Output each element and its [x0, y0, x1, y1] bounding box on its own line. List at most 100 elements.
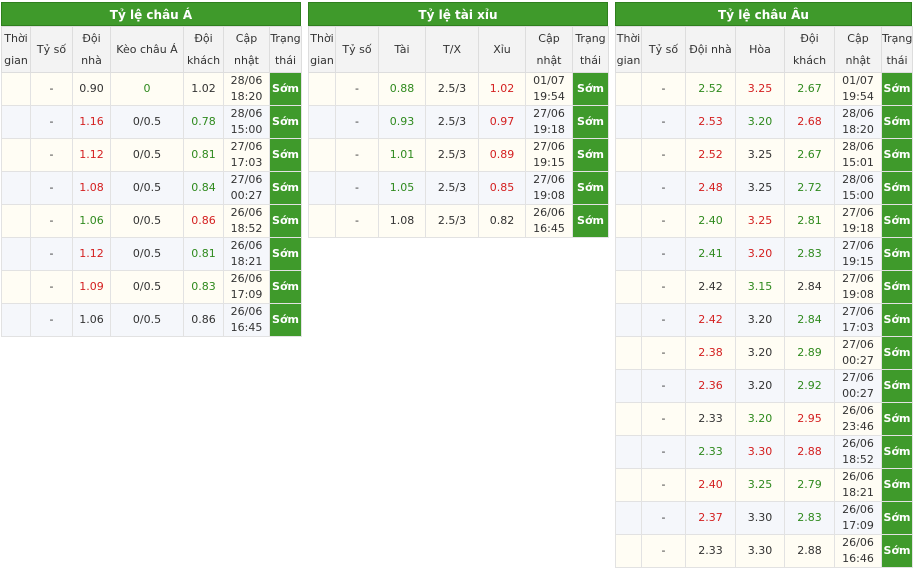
updated-cell: 26/06 18:52 [834, 435, 882, 469]
odds-row: -2.53 3.20 2.68 28/06 18:20 Sớm [615, 105, 913, 139]
score-cell: - [30, 237, 73, 271]
updated-cell: 26/06 23:46 [834, 402, 882, 436]
status-badge: Sớm [572, 204, 609, 238]
european-header-row: Thời gian Tỷ số Đội nhà Hòa Đội khách Cậ… [615, 26, 913, 73]
away-odds-cell: 2.89 [784, 336, 835, 370]
score-cell: - [641, 138, 686, 172]
score-cell: - [641, 336, 686, 370]
total-line-cell: 2.5/3 [425, 105, 479, 139]
asian-odds-title: Tỷ lệ châu Á [1, 2, 301, 26]
updated-cell: 28/06 15:01 [834, 138, 882, 172]
home-odds-cell: 2.40 [685, 204, 736, 238]
score-cell: - [30, 270, 73, 304]
away-odds-cell: 2.83 [784, 237, 835, 271]
away-odds-cell: 2.67 [784, 72, 835, 106]
draw-odds-cell: 3.30 [735, 501, 785, 535]
time-cell [1, 237, 31, 271]
updated-cell: 28/06 18:20 [834, 105, 882, 139]
updated-cell: 01/07 19:54 [834, 72, 882, 106]
status-badge: Sớm [572, 72, 609, 106]
status-badge: Sớm [881, 534, 913, 568]
home-odds-cell: 1.16 [72, 105, 111, 139]
handicap-cell: 0/0.5 [110, 237, 184, 271]
over-odds-cell: 1.08 [378, 204, 426, 238]
odds-row: -2.41 3.20 2.83 27/06 19:15 Sớm [615, 237, 913, 271]
draw-odds-cell: 3.20 [735, 336, 785, 370]
time-cell [615, 303, 642, 337]
status-badge: Sớm [269, 204, 302, 238]
odds-row: -1.12 0/0.5 0.81 27/06 17:03 Sớm [1, 138, 302, 172]
away-odds-cell: 0.86 [183, 204, 224, 238]
time-cell [1, 171, 31, 205]
score-cell: - [641, 501, 686, 535]
away-odds-cell: 2.81 [784, 204, 835, 238]
home-odds-cell: 2.42 [685, 303, 736, 337]
total-line-cell: 2.5/3 [425, 171, 479, 205]
odds-row: -1.09 0/0.5 0.83 26/06 17:09 Sớm [1, 270, 302, 304]
odds-row: -0.93 2.5/3 0.97 27/06 19:18 Sớm [308, 105, 609, 139]
updated-cell: 28/06 15:00 [223, 105, 270, 139]
draw-odds-cell: 3.25 [735, 468, 785, 502]
time-cell [615, 435, 642, 469]
updated-cell: 26/06 17:09 [834, 501, 882, 535]
away-odds-cell: 2.72 [784, 171, 835, 205]
odds-row: -0.88 2.5/3 1.02 01/07 19:54 Sớm [308, 72, 609, 106]
home-odds-cell: 2.37 [685, 501, 736, 535]
status-badge: Sớm [881, 435, 913, 469]
home-odds-cell: 1.12 [72, 138, 111, 172]
col-header-updated: Cập nhật [223, 26, 270, 73]
european-odds-panel: Tỷ lệ châu Âu Thời gian Tỷ số Đội nhà Hò… [615, 2, 913, 568]
draw-odds-cell: 3.20 [735, 237, 785, 271]
time-cell [615, 237, 642, 271]
time-cell [308, 138, 336, 172]
odds-row: -2.42 3.20 2.84 27/06 17:03 Sớm [615, 303, 913, 337]
draw-odds-cell: 3.25 [735, 138, 785, 172]
handicap-cell: 0 [110, 72, 184, 106]
score-cell: - [641, 72, 686, 106]
col-header-updated: Cập nhật [525, 26, 573, 73]
away-odds-cell: 0.81 [183, 138, 224, 172]
european-odds-table: Thời gian Tỷ số Đội nhà Hòa Đội khách Cậ… [615, 26, 913, 568]
time-cell [615, 270, 642, 304]
time-cell [615, 171, 642, 205]
away-odds-cell: 2.92 [784, 369, 835, 403]
home-odds-cell: 2.41 [685, 237, 736, 271]
away-odds-cell: 0.83 [183, 270, 224, 304]
status-badge: Sớm [881, 270, 913, 304]
home-odds-cell: 2.33 [685, 534, 736, 568]
total-line-cell: 2.5/3 [425, 72, 479, 106]
handicap-cell: 0/0.5 [110, 303, 184, 337]
updated-cell: 27/06 19:18 [834, 204, 882, 238]
time-cell [615, 105, 642, 139]
under-odds-cell: 0.85 [478, 171, 526, 205]
score-cell: - [30, 303, 73, 337]
handicap-cell: 0/0.5 [110, 138, 184, 172]
odds-row: -2.37 3.30 2.83 26/06 17:09 Sớm [615, 501, 913, 535]
status-badge: Sớm [881, 72, 913, 106]
status-badge: Sớm [881, 138, 913, 172]
under-odds-cell: 0.97 [478, 105, 526, 139]
score-cell: - [641, 171, 686, 205]
score-cell: - [335, 105, 379, 139]
home-odds-cell: 2.33 [685, 402, 736, 436]
over-odds-cell: 1.01 [378, 138, 426, 172]
away-odds-cell: 2.79 [784, 468, 835, 502]
time-cell [1, 303, 31, 337]
score-cell: - [641, 237, 686, 271]
draw-odds-cell: 3.15 [735, 270, 785, 304]
score-cell: - [30, 204, 73, 238]
time-cell [308, 171, 336, 205]
updated-cell: 28/06 15:00 [834, 171, 882, 205]
score-cell: - [30, 138, 73, 172]
home-odds-cell: 0.90 [72, 72, 111, 106]
score-cell: - [335, 171, 379, 205]
draw-odds-cell: 3.25 [735, 204, 785, 238]
col-header-under: Xỉu [478, 26, 526, 73]
time-cell [615, 468, 642, 502]
updated-cell: 28/06 18:20 [223, 72, 270, 106]
status-badge: Sớm [881, 468, 913, 502]
overunder-header-row: Thời gian Tỷ số Tài T/X Xỉu Cập nhật Trạ… [308, 26, 609, 73]
time-cell [615, 402, 642, 436]
status-badge: Sớm [881, 501, 913, 535]
draw-odds-cell: 3.20 [735, 402, 785, 436]
